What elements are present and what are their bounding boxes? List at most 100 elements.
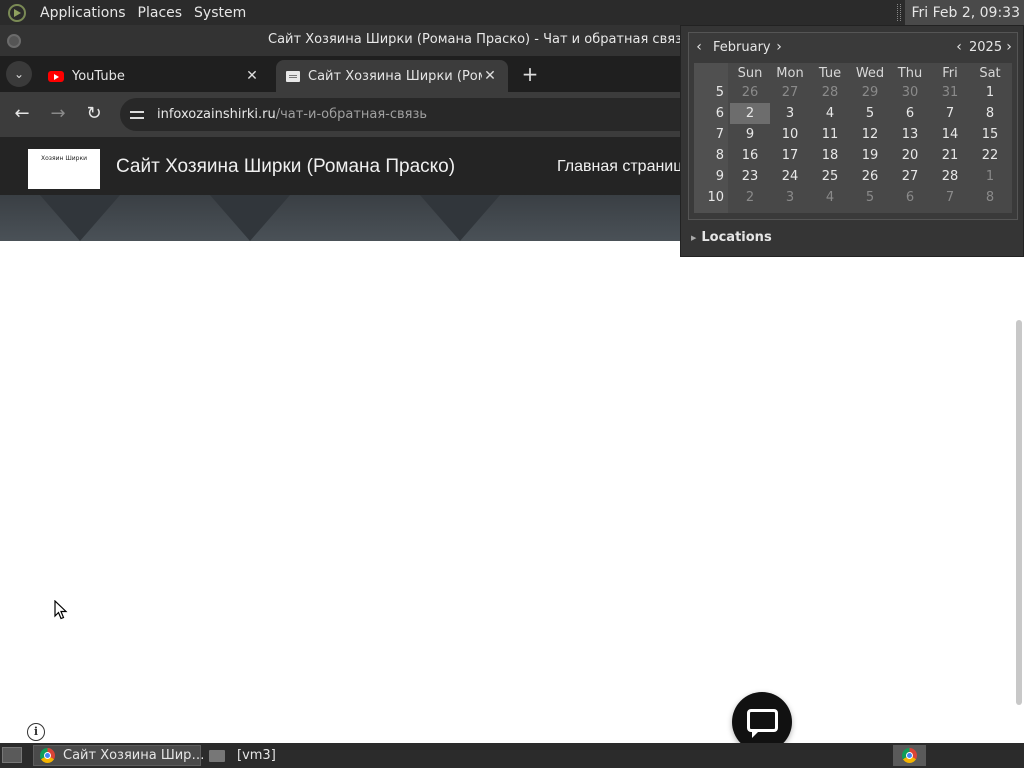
calendar-day[interactable]: 29 [850, 82, 890, 103]
calendar-day[interactable]: 6 [890, 187, 930, 208]
calendar-day[interactable]: 14 [930, 124, 970, 145]
weekday-label: Sat [979, 66, 1001, 81]
calendar-grid: Sun Mon Tue Wed Thu Fri Sat 5 26 27 28 29 30 31 1 6 2 3 4 5… [694, 63, 1012, 213]
calendar-day[interactable]: 10 [770, 124, 810, 145]
calendar-day[interactable]: 3 [770, 187, 810, 208]
info-icon[interactable]: i [27, 723, 45, 741]
mouse-cursor-icon [54, 599, 68, 620]
taskbar-item-label: Сайт Хозяина Шир… [63, 748, 205, 763]
calendar-day[interactable]: 8 [970, 187, 1010, 208]
taskbar-item-browser[interactable]: Сайт Хозяина Шир… [33, 745, 205, 766]
system-logo-icon[interactable] [8, 3, 26, 22]
reload-button[interactable]: ↻ [83, 103, 105, 125]
calendar-day[interactable]: 4 [810, 187, 850, 208]
panel-grip-icon [897, 4, 902, 21]
calendar-day[interactable]: 12 [850, 124, 890, 145]
decor-shape [40, 195, 120, 241]
locations-label: Locations [701, 230, 772, 245]
calendar-day[interactable]: 15 [970, 124, 1010, 145]
calendar-day[interactable]: 21 [930, 145, 970, 166]
tab-youtube[interactable]: YouTube ✕ [38, 60, 270, 92]
calendar-day[interactable]: 17 [770, 145, 810, 166]
page-scrollbar[interactable] [1016, 320, 1022, 705]
tab-active-site[interactable]: Сайт Хозяина Ширки (Рома ✕ [276, 60, 508, 92]
calendar-day[interactable]: 8 [970, 103, 1010, 124]
calendar-day[interactable]: 23 [730, 166, 770, 187]
taskbar-item-vm3[interactable]: [vm3] [203, 745, 377, 766]
week-number: 8 [715, 148, 724, 163]
calendar-day[interactable]: 27 [770, 82, 810, 103]
week-number: 7 [715, 127, 724, 142]
calendar-day[interactable]: 31 [930, 82, 970, 103]
close-icon[interactable]: ✕ [482, 68, 498, 84]
calendar-day[interactable]: 1 [970, 82, 1010, 103]
taskbar-item-label: [vm3] [237, 748, 276, 763]
new-tab-button[interactable]: + [520, 64, 540, 84]
chrome-icon [902, 748, 917, 763]
menu-places[interactable]: Places [132, 5, 189, 21]
prev-year-button[interactable]: ‹ [953, 39, 965, 55]
calendar-day[interactable]: 6 [890, 103, 930, 124]
week-number: 9 [715, 169, 724, 184]
menu-system[interactable]: System [188, 5, 252, 21]
nav-item-home[interactable]: Главная страниц [557, 158, 682, 176]
calendar-day[interactable]: 13 [890, 124, 930, 145]
site-logo[interactable]: Хозяин Ширки [28, 149, 100, 189]
forward-button[interactable]: → [47, 103, 69, 125]
calendar-day[interactable]: 26 [850, 166, 890, 187]
site-title[interactable]: Сайт Хозяина Ширки (Романа Праско) [116, 156, 455, 178]
calendar-week-row: 8 16 17 18 19 20 21 22 [694, 145, 1012, 166]
calendar-day[interactable]: 30 [890, 82, 930, 103]
tray-chrome-button[interactable] [893, 745, 926, 766]
week-number: 5 [715, 85, 724, 100]
calendar-day[interactable]: 1 [970, 166, 1010, 187]
chrome-icon [40, 748, 55, 763]
bottom-panel: Сайт Хозяина Шир… [vm3] [0, 743, 1024, 768]
menu-applications[interactable]: Applications [34, 5, 132, 21]
clock-label: Fri Feb 2, 09:33 [911, 4, 1020, 21]
address-bar[interactable]: infoxozainshirki.ru/чат-и-обратная-связь [120, 98, 720, 131]
weekday-label: Sun [737, 66, 763, 81]
tab-search-button[interactable]: ⌄ [6, 61, 32, 87]
next-year-button[interactable]: › [1003, 39, 1015, 55]
locations-expander[interactable]: ▶ Locations [691, 230, 772, 245]
expander-arrow-icon: ▶ [691, 233, 697, 242]
back-button[interactable]: ← [11, 103, 33, 125]
calendar-day-today[interactable]: 2 [730, 103, 770, 124]
page-icon [286, 70, 300, 82]
calendar-day[interactable]: 5 [850, 103, 890, 124]
calendar-day[interactable]: 18 [810, 145, 850, 166]
window-menu-icon[interactable] [7, 33, 21, 48]
next-month-button[interactable]: › [773, 39, 785, 55]
prev-month-button[interactable]: ‹ [693, 39, 705, 55]
calendar-day[interactable]: 16 [730, 145, 770, 166]
calendar-day[interactable]: 28 [810, 82, 850, 103]
calendar-day[interactable]: 9 [730, 124, 770, 145]
calendar-day[interactable]: 19 [850, 145, 890, 166]
calendar-day[interactable]: 4 [810, 103, 850, 124]
calendar-day[interactable]: 11 [810, 124, 850, 145]
calendar-day[interactable]: 25 [810, 166, 850, 187]
calendar-week-row: 62345678 [694, 103, 1012, 124]
calendar-day[interactable]: 7 [930, 103, 970, 124]
site-info-icon[interactable] [130, 109, 144, 121]
calendar-week-row: 10 2 3 4 5 6 7 8 [694, 187, 1012, 208]
calendar-day[interactable]: 26 [730, 82, 770, 103]
weekday-label: Wed [855, 66, 885, 81]
week-number: 10 [707, 190, 724, 205]
calendar-day[interactable]: 22 [970, 145, 1010, 166]
calendar-day[interactable]: 24 [770, 166, 810, 187]
close-icon[interactable]: ✕ [244, 68, 260, 84]
calendar-day[interactable]: 2 [730, 187, 770, 208]
calendar-day[interactable]: 7 [930, 187, 970, 208]
clock[interactable]: Fri Feb 2, 09:33 [897, 0, 1024, 25]
calendar-day[interactable]: 28 [930, 166, 970, 187]
calendar-day[interactable]: 27 [890, 166, 930, 187]
show-desktop-button[interactable] [2, 747, 22, 763]
calendar-day[interactable]: 20 [890, 145, 930, 166]
chat-button[interactable] [732, 692, 792, 743]
url-host: infoxozainshirki.ru [157, 107, 276, 122]
calendar: ‹ February › ‹ 2025 › Sun Mon Tue Wed Thu Fri… [688, 32, 1018, 220]
calendar-day[interactable]: 5 [850, 187, 890, 208]
calendar-day[interactable]: 3 [770, 103, 810, 124]
